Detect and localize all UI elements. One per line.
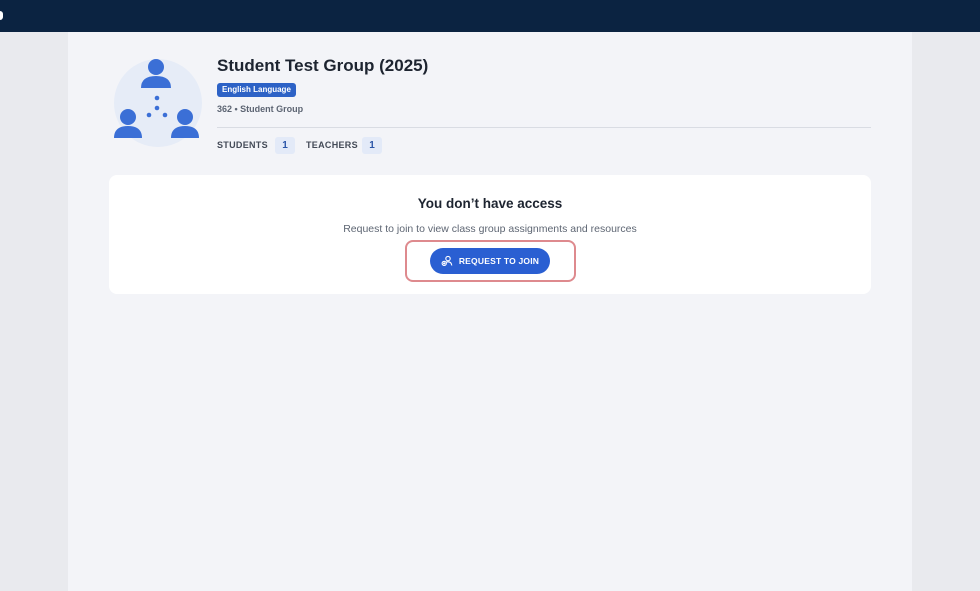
header-divider bbox=[217, 127, 871, 128]
access-title: You don’t have access bbox=[417, 196, 563, 211]
topbar-edge-glyph bbox=[0, 11, 3, 20]
group-title: Student Test Group (2025) bbox=[217, 56, 429, 75]
students-label: STUDENTS bbox=[217, 140, 268, 150]
teachers-count-badge: 1 bbox=[362, 137, 382, 154]
teachers-label: TEACHERS bbox=[306, 140, 358, 150]
subject-badge: English Language bbox=[217, 83, 296, 97]
access-description: Request to join to view class group assi… bbox=[343, 223, 637, 235]
students-count-badge: 1 bbox=[275, 137, 295, 154]
person-add-icon bbox=[441, 255, 453, 267]
request-to-join-label: REQUEST TO JOIN bbox=[458, 256, 540, 266]
request-to-join-button[interactable]: REQUEST TO JOIN bbox=[430, 248, 550, 274]
group-meta: 362 • Student Group bbox=[217, 104, 304, 114]
group-people-icon bbox=[113, 58, 203, 148]
top-navigation-bar bbox=[0, 0, 980, 32]
